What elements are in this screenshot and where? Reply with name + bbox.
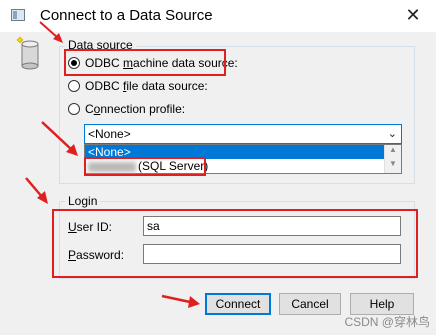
odbc-file-label: ODBC file data source: bbox=[85, 79, 208, 93]
watermark: CSDN @穿林鸟 bbox=[344, 315, 430, 329]
title-bar: Connect to a Data Source ✕ bbox=[0, 0, 436, 32]
redacted-text bbox=[88, 161, 136, 172]
select-value: <None> bbox=[88, 127, 131, 141]
odbc-machine-label: ODBC machine data source: bbox=[85, 56, 238, 70]
odbc-machine-radio[interactable]: ODBC machine data source: bbox=[68, 56, 238, 70]
scroll-down-icon[interactable]: ▼ bbox=[389, 159, 397, 168]
user-id-label: User ID: bbox=[68, 220, 113, 234]
radio-button-checked[interactable] bbox=[68, 57, 80, 69]
radio-button[interactable] bbox=[68, 103, 80, 115]
connect-button[interactable]: Connect bbox=[205, 293, 271, 315]
connection-profile-label: Connection profile: bbox=[85, 102, 186, 116]
user-id-input[interactable]: sa bbox=[143, 216, 401, 236]
odbc-file-radio[interactable]: ODBC file data source: bbox=[68, 79, 208, 93]
dropdown-item[interactable]: <None> bbox=[85, 145, 388, 159]
scroll-up-icon[interactable]: ▲ bbox=[389, 145, 397, 154]
login-group bbox=[59, 201, 415, 279]
cancel-button[interactable]: Cancel bbox=[279, 293, 341, 315]
data-source-select[interactable]: <None> ⌄ bbox=[84, 124, 402, 144]
login-legend: Login bbox=[65, 194, 101, 208]
data-source-dropdown-list[interactable]: <None> (SQL Server) ▲ ▼ bbox=[84, 144, 402, 174]
data-source-legend: Data source bbox=[65, 38, 136, 52]
dropdown-item[interactable]: (SQL Server) bbox=[85, 159, 388, 173]
connection-profile-radio[interactable]: Connection profile: bbox=[68, 102, 185, 116]
help-button[interactable]: Help bbox=[350, 293, 414, 315]
window-app-icon bbox=[11, 9, 25, 21]
password-label: Password: bbox=[68, 248, 125, 262]
database-icon bbox=[16, 36, 39, 70]
password-input[interactable] bbox=[143, 244, 401, 264]
close-button[interactable]: ✕ bbox=[396, 2, 430, 28]
radio-button[interactable] bbox=[68, 80, 80, 92]
chevron-down-icon[interactable]: ⌄ bbox=[388, 127, 397, 140]
window-title: Connect to a Data Source bbox=[40, 7, 213, 24]
dropdown-scrollbar[interactable]: ▲ ▼ bbox=[384, 145, 401, 173]
